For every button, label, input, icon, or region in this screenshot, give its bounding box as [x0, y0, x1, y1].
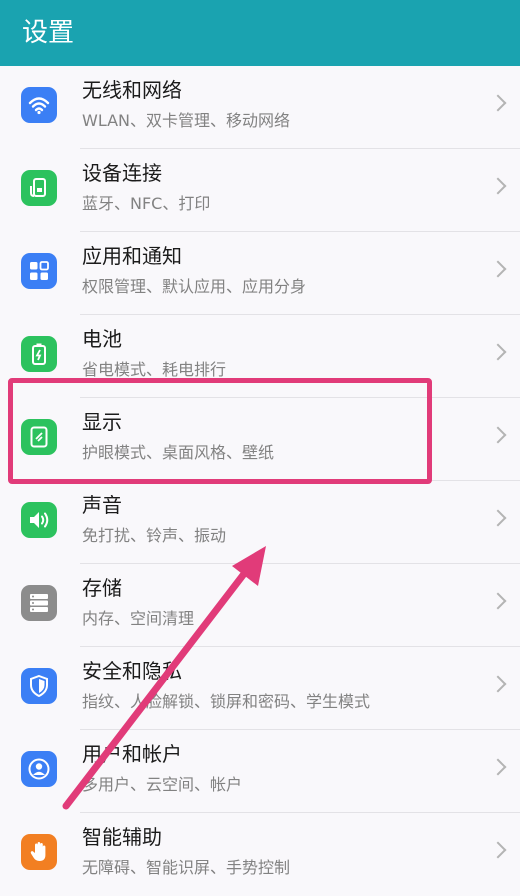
settings-item-battery[interactable]: 电池 省电模式、耗电排行 — [0, 315, 520, 398]
user-icon — [21, 751, 57, 787]
speaker-icon — [21, 502, 57, 538]
settings-item-storage[interactable]: 存储 内存、空间清理 — [0, 564, 520, 647]
item-title: 用户和帐户 — [82, 742, 182, 766]
hand-icon — [21, 834, 57, 870]
app-header: 设置 — [0, 0, 520, 66]
item-subtitle: 蓝牙、NFC、打印 — [82, 194, 211, 213]
chevron-right-icon — [489, 94, 507, 112]
settings-item-sound[interactable]: 声音 免打扰、铃声、振动 — [0, 481, 520, 564]
item-subtitle: 指纹、人脸解锁、锁屏和密码、学生模式 — [82, 692, 371, 711]
chevron-right-icon — [489, 260, 507, 278]
item-title: 设备连接 — [82, 161, 162, 185]
item-title: 声音 — [82, 493, 122, 517]
item-subtitle: WLAN、双卡管理、移动网络 — [82, 111, 291, 130]
item-subtitle: 多用户、云空间、帐户 — [82, 775, 243, 794]
item-subtitle: 省电模式、耗电排行 — [82, 360, 227, 379]
chevron-right-icon — [489, 343, 507, 361]
chevron-right-icon — [489, 758, 507, 776]
chevron-right-icon — [489, 675, 507, 693]
settings-item-device-connection[interactable]: 设备连接 蓝牙、NFC、打印 — [0, 149, 520, 232]
item-subtitle: 免打扰、铃声、振动 — [82, 526, 227, 545]
display-icon — [21, 419, 57, 455]
item-title: 应用和通知 — [82, 244, 182, 268]
chevron-right-icon — [489, 841, 507, 859]
device-connect-icon — [21, 170, 57, 206]
item-subtitle: 无障碍、智能识屏、手势控制 — [82, 858, 291, 877]
item-title: 无线和网络 — [82, 78, 182, 102]
chevron-right-icon — [489, 177, 507, 195]
settings-list: 无线和网络 WLAN、双卡管理、移动网络 设备连接 蓝牙、NFC、打印 应用和通… — [0, 66, 520, 896]
settings-item-wireless-network[interactable]: 无线和网络 WLAN、双卡管理、移动网络 — [0, 66, 520, 149]
item-title: 存储 — [82, 576, 122, 600]
apps-grid-icon — [21, 253, 57, 289]
settings-item-security-privacy[interactable]: 安全和隐私 指纹、人脸解锁、锁屏和密码、学生模式 — [0, 647, 520, 730]
storage-icon — [21, 585, 57, 621]
settings-item-apps-notifications[interactable]: 应用和通知 权限管理、默认应用、应用分身 — [0, 232, 520, 315]
page-title: 设置 — [22, 18, 75, 48]
settings-item-display[interactable]: 显示 护眼模式、桌面风格、壁纸 — [0, 398, 520, 481]
chevron-right-icon — [489, 592, 507, 610]
item-subtitle: 内存、空间清理 — [82, 609, 195, 628]
item-subtitle: 护眼模式、桌面风格、壁纸 — [82, 443, 275, 462]
wifi-icon — [21, 87, 57, 123]
chevron-right-icon — [489, 509, 507, 527]
battery-icon — [21, 336, 57, 372]
item-subtitle: 权限管理、默认应用、应用分身 — [82, 277, 307, 296]
settings-item-smart-assistance[interactable]: 智能辅助 无障碍、智能识屏、手势控制 — [0, 813, 520, 896]
item-title: 电池 — [82, 327, 122, 351]
settings-item-users-accounts[interactable]: 用户和帐户 多用户、云空间、帐户 — [0, 730, 520, 813]
chevron-right-icon — [489, 426, 507, 444]
shield-icon — [21, 668, 57, 704]
item-title: 安全和隐私 — [82, 659, 182, 683]
item-title: 智能辅助 — [82, 825, 162, 849]
item-title: 显示 — [82, 410, 122, 434]
